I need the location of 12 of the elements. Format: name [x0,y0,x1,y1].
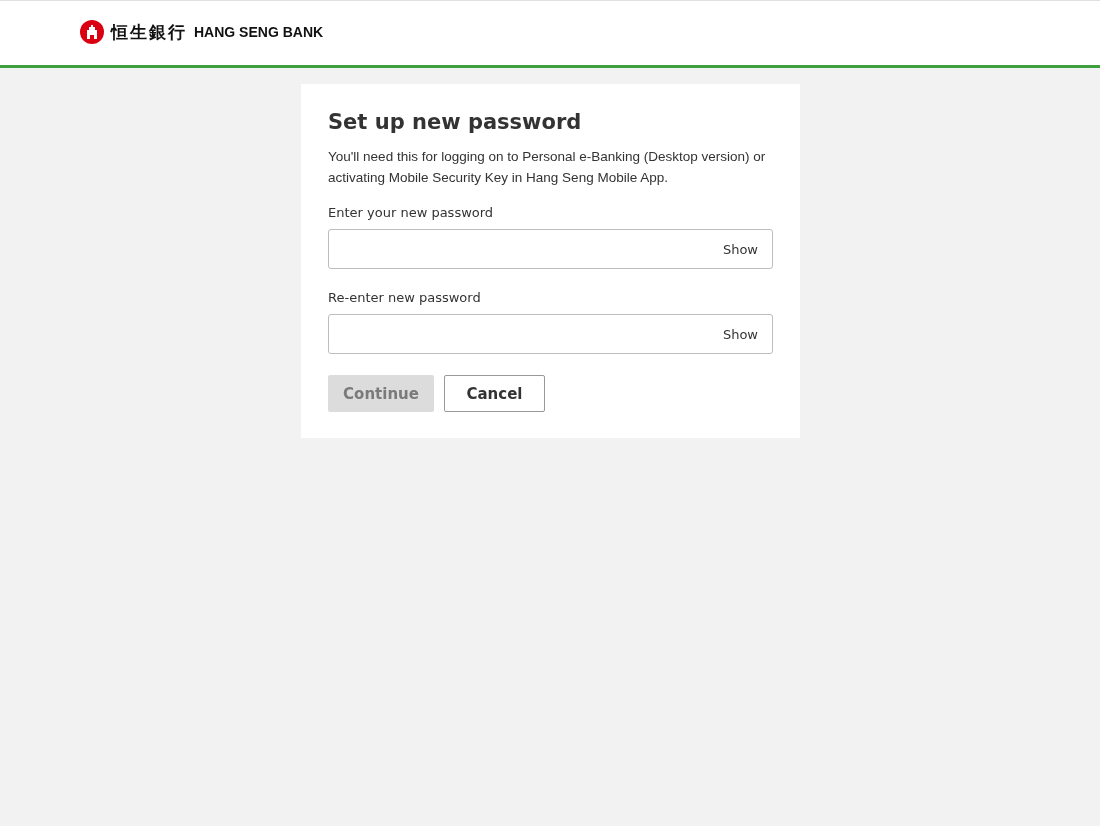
field-label: Re-enter new password [328,290,482,305]
bank-logo-icon [80,20,104,44]
page-title: Set up new password [328,110,583,134]
password-field[interactable]: Show [328,314,773,354]
show-password-toggle[interactable]: Show [722,326,758,342]
field-label: Enter your new password [328,205,495,220]
show-password-toggle[interactable]: Show [722,241,758,257]
logo-text: HANG SENG BANK [194,24,324,40]
description-text: You'll need this for logging on to Personal e-Banking (Desktop version) or activating Mobile Security Key in Hang Seng Mobile App. [328,148,767,187]
logo-chinese-text: 恒生銀行 [111,20,187,44]
cancel-button[interactable]: Cancel [444,375,545,412]
password-field[interactable]: Show [328,229,773,269]
